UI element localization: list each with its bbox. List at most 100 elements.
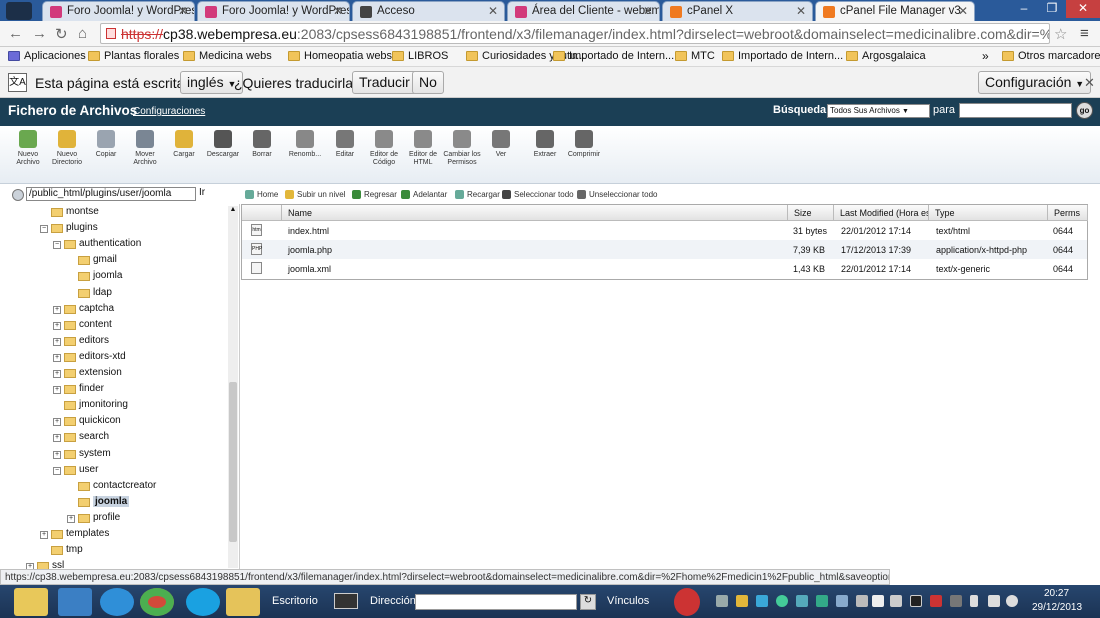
- tree-folder[interactable]: tmp: [40, 544, 83, 559]
- url-input[interactable]: https://cp38.webempresa.eu:2083/cpsess68…: [100, 23, 1050, 44]
- reload-icon[interactable]: ↻: [55, 25, 68, 43]
- taskbar-go-icon[interactable]: ↻: [580, 594, 596, 610]
- toolbar-button[interactable]: Descargar: [203, 130, 243, 159]
- tree-folder[interactable]: ldap: [67, 287, 112, 302]
- bookmark-item[interactable]: Importado de Intern...: [553, 50, 674, 62]
- tray-icon-2[interactable]: [736, 595, 748, 607]
- file-row[interactable]: PHP joomla.php 7,39 KB 17/12/2013 17:39 appl…: [242, 240, 1087, 259]
- tray-icon-11[interactable]: [910, 595, 922, 607]
- action-link[interactable]: Adelantar: [401, 190, 447, 199]
- browser-tab[interactable]: Área del Cliente - webemp ✕: [507, 1, 660, 21]
- search-input[interactable]: [959, 103, 1072, 118]
- translate-config-button[interactable]: Configuración ▼: [978, 71, 1092, 94]
- tray-icon-12[interactable]: [930, 595, 942, 607]
- toolbar-button[interactable]: Editar: [325, 130, 365, 159]
- tree-folder[interactable]: jmonitoring: [53, 399, 128, 414]
- tree-folder[interactable]: + captcha: [53, 303, 114, 318]
- scroll-up-icon[interactable]: ▲: [228, 206, 238, 216]
- keyboard-icon[interactable]: [334, 593, 358, 609]
- modified-header[interactable]: Last Modified (Hora est: [834, 205, 929, 221]
- close-tab-icon[interactable]: ✕: [796, 4, 806, 18]
- tray-icon-7[interactable]: [836, 595, 848, 607]
- tray-icon-6[interactable]: [816, 595, 828, 607]
- translate-button[interactable]: Traducir: [352, 71, 417, 94]
- tree-folder[interactable]: gmail: [67, 254, 117, 269]
- expand-icon[interactable]: +: [67, 514, 75, 523]
- expand-icon[interactable]: +: [53, 386, 61, 395]
- taskbar-address-input[interactable]: [415, 594, 577, 610]
- bookmark-item[interactable]: Plantas florales: [88, 50, 179, 62]
- tree-folder[interactable]: + templates: [40, 528, 109, 543]
- clock-date[interactable]: 29/12/2013: [1032, 602, 1082, 613]
- tray-icon-10[interactable]: [890, 595, 902, 607]
- toolbar-button[interactable]: Cargar: [164, 130, 204, 159]
- tree-folder[interactable]: joomla: [67, 270, 122, 285]
- collapse-icon[interactable]: −: [53, 466, 61, 475]
- bookmarks-more-icon[interactable]: »: [982, 49, 989, 63]
- bookmark-item[interactable]: MTC: [675, 50, 715, 62]
- tree-folder[interactable]: − user: [53, 464, 98, 479]
- tray-icon-3[interactable]: [756, 595, 768, 607]
- collapse-icon[interactable]: −: [40, 225, 48, 234]
- tree-scrollbar[interactable]: ▲: [228, 206, 238, 568]
- tree-folder[interactable]: + finder: [53, 383, 104, 398]
- bookmark-item[interactable]: Importado de Intern...: [722, 50, 843, 62]
- antivirus-icon[interactable]: [674, 588, 700, 616]
- close-tab-icon[interactable]: ✕: [488, 4, 498, 18]
- clock-time[interactable]: 20:27: [1044, 588, 1069, 599]
- maximize-window-button[interactable]: ❐: [1038, 0, 1066, 18]
- toolbar-button[interactable]: Mover Archivo: [125, 130, 165, 167]
- tree-folder[interactable]: + ssl: [26, 560, 64, 569]
- expand-icon[interactable]: +: [53, 337, 61, 346]
- tree-folder[interactable]: + extension: [53, 367, 122, 382]
- expand-icon[interactable]: +: [53, 353, 61, 362]
- bookmark-item[interactable]: Medicina webs: [183, 50, 272, 62]
- skype-icon[interactable]: [186, 588, 220, 616]
- tray-icon-13[interactable]: [950, 595, 962, 607]
- file-row[interactable]: joomla.xml 1,43 KB 22/01/2012 17:14 text/x-…: [242, 259, 1087, 278]
- toolbar-button[interactable]: Comprimir: [564, 130, 604, 159]
- mail-app-icon[interactable]: [226, 588, 260, 616]
- toolbar-button[interactable]: Borrar: [242, 130, 282, 159]
- tree-folder[interactable]: − plugins: [40, 222, 98, 237]
- toolbar-button[interactable]: Nuevo Directorio: [47, 130, 87, 167]
- tray-icon-4[interactable]: [776, 595, 788, 607]
- expand-icon[interactable]: +: [53, 370, 61, 378]
- browser-menu-icon[interactable]: ≡: [1080, 25, 1089, 42]
- expand-icon[interactable]: +: [53, 321, 61, 330]
- expand-icon[interactable]: +: [40, 531, 48, 539]
- tree-folder[interactable]: + editors: [53, 335, 109, 350]
- expand-icon[interactable]: +: [53, 418, 61, 427]
- tree-folder[interactable]: + profile: [67, 512, 120, 527]
- tree-folder[interactable]: contactcreator: [67, 480, 156, 495]
- desktop-toolbar-label[interactable]: Escritorio: [272, 595, 318, 607]
- scrollbar-thumb[interactable]: [229, 382, 237, 542]
- battery-icon[interactable]: [970, 595, 978, 607]
- bookmark-item[interactable]: Aplicaciones: [8, 50, 86, 62]
- close-tab-icon[interactable]: ✕: [643, 4, 653, 18]
- tray-icon-9[interactable]: [872, 595, 884, 607]
- expand-icon[interactable]: +: [53, 450, 61, 459]
- file-row[interactable]: htm index.html 31 bytes 22/01/2012 17:14 tex…: [242, 221, 1087, 240]
- chrome-icon[interactable]: [140, 588, 174, 616]
- tree-folder[interactable]: joomla: [67, 495, 130, 511]
- action-link[interactable]: Home: [245, 190, 278, 199]
- perms-header[interactable]: Perms: [1048, 205, 1088, 221]
- action-link[interactable]: Seleccionar todo: [502, 190, 574, 199]
- settings-link[interactable]: Configuraciones: [133, 106, 205, 117]
- laptop-app-icon[interactable]: [58, 588, 92, 616]
- browser-tab[interactable]: cPanel File Manager v3 ✕: [815, 1, 975, 21]
- expand-icon[interactable]: +: [53, 434, 61, 443]
- bookmark-item[interactable]: Argosgalaica: [846, 50, 926, 62]
- tree-folder[interactable]: montse: [40, 206, 99, 221]
- bookmark-star-icon[interactable]: ☆: [1054, 25, 1067, 43]
- tree-folder[interactable]: + content: [53, 319, 112, 334]
- close-tab-icon[interactable]: ✕: [333, 4, 343, 18]
- links-toolbar-label[interactable]: Vínculos: [607, 595, 649, 607]
- minimize-window-button[interactable]: –: [1010, 0, 1038, 18]
- forward-icon[interactable]: →: [32, 25, 47, 42]
- browser-tab[interactable]: Acceso ✕: [352, 1, 505, 21]
- bookmark-item[interactable]: LIBROS: [392, 50, 448, 62]
- path-go-button[interactable]: Ir: [199, 187, 205, 198]
- home-icon[interactable]: ⌂: [78, 25, 87, 42]
